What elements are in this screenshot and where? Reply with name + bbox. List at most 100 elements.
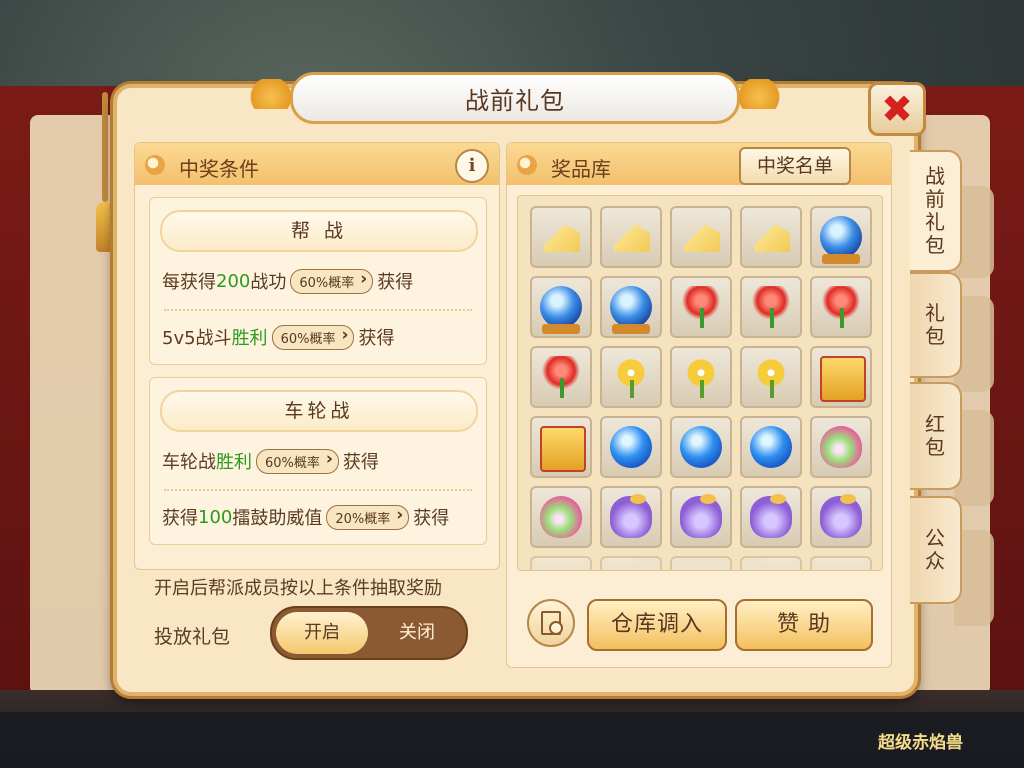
prize-slot[interactable] (670, 486, 732, 548)
prize-slot[interactable] (670, 346, 732, 408)
wheel-war-conditions: 车轮战 车轮战 胜利 60%概率 获得 获得 100 擂鼓助威值 20%概率 获… (149, 377, 487, 545)
prize-grid[interactable] (517, 195, 883, 571)
prize-slot[interactable] (530, 486, 592, 548)
red-rose-icon (540, 356, 582, 398)
purple-bag-icon (680, 494, 722, 538)
conditions-panel: 中奖条件 i 帮 战 每获得 200 战功 60%概率 获得 5v5战斗 胜利 … (134, 142, 500, 570)
prize-slot[interactable] (600, 346, 662, 408)
tab-gift[interactable]: 礼包 (910, 272, 962, 378)
dialog-title-banner: 战前礼包 (243, 72, 787, 124)
yellow-flower-icon (750, 356, 792, 398)
prize-slot[interactable] (810, 206, 872, 268)
toggle-on-option[interactable]: 开启 (276, 612, 368, 654)
prize-slot[interactable] (740, 276, 802, 338)
blue-orb-stand-icon (540, 286, 582, 334)
prize-slot[interactable] (670, 276, 732, 338)
probability-badge[interactable]: 60%概率 (271, 324, 355, 350)
prize-slot[interactable] (530, 416, 592, 478)
prize-slot[interactable] (670, 206, 732, 268)
prize-pool-panel: 奖品库 中奖名单 仓库调入 赞 助 (506, 142, 892, 668)
tab-pre-battle-gift[interactable]: 战前礼包 (910, 150, 962, 272)
background-beast-label: 超级赤焰兽 (878, 733, 963, 753)
rainbow-gourd-icon (820, 426, 862, 468)
prize-slot[interactable] (810, 346, 872, 408)
prize-slot[interactable] (600, 486, 662, 548)
sponsor-button[interactable]: 赞 助 (735, 599, 873, 651)
reward-note: 开启后帮派成员按以上条件抽取奖励 (154, 578, 442, 599)
probability-badge[interactable]: 60%概率 (256, 448, 339, 474)
golden-hammer-icon (540, 426, 586, 472)
prize-slot[interactable] (740, 206, 802, 268)
blue-orb-icon (610, 426, 652, 468)
close-icon: ✖ (881, 87, 913, 131)
swirl-icon (145, 155, 165, 175)
prize-slot[interactable] (810, 556, 872, 570)
divider (164, 489, 472, 491)
swirl-icon (517, 155, 537, 175)
cheese-icon (544, 224, 580, 252)
cloud-ornament-icon (731, 79, 787, 109)
red-rose-icon (820, 286, 862, 328)
wheel-war-row-win: 车轮战 胜利 60%概率 获得 (162, 448, 379, 474)
red-rose-icon (750, 286, 792, 328)
cheese-icon (754, 224, 790, 252)
prize-slot[interactable] (600, 206, 662, 268)
purple-bag-icon (610, 494, 652, 538)
cheese-icon (614, 224, 650, 252)
prize-slot[interactable] (740, 416, 802, 478)
close-button[interactable]: ✖ (868, 82, 926, 136)
prize-slot[interactable] (740, 556, 802, 570)
guild-war-row-merit: 每获得 200 战功 60%概率 获得 (162, 268, 413, 294)
prize-pool-title: 奖品库 (551, 157, 611, 181)
golden-hammer-icon (820, 356, 866, 402)
prize-slot[interactable] (740, 346, 802, 408)
prize-slot[interactable] (530, 206, 592, 268)
blue-orb-icon (680, 426, 722, 468)
magnifier-icon (549, 621, 563, 635)
prize-slot[interactable] (530, 276, 592, 338)
guild-war-title: 帮 战 (160, 210, 478, 252)
prize-search-button[interactable] (527, 599, 575, 647)
probability-badge[interactable]: 60%概率 (290, 268, 374, 294)
prize-slot[interactable] (810, 416, 872, 478)
release-gift-label: 投放礼包 (154, 626, 231, 648)
purple-bag-icon (750, 494, 792, 538)
blue-orb-stand-icon (610, 286, 652, 334)
cheese-icon (684, 224, 720, 252)
prize-slot[interactable] (810, 276, 872, 338)
red-rose-icon (680, 286, 722, 328)
prize-slot[interactable] (600, 416, 662, 478)
blue-orb-icon (750, 426, 792, 468)
release-gift-toggle[interactable]: 开启 关闭 (270, 606, 468, 660)
wheel-war-row-drum: 获得 100 擂鼓助威值 20%概率 获得 (162, 504, 449, 530)
purple-bag-icon (820, 494, 862, 538)
toggle-off-option[interactable]: 关闭 (374, 612, 460, 654)
prize-slot[interactable] (810, 486, 872, 548)
prize-slot[interactable] (530, 556, 592, 570)
prize-slot[interactable] (670, 416, 732, 478)
prize-slot[interactable] (600, 556, 662, 570)
wheel-war-title: 车轮战 (160, 390, 478, 432)
divider (164, 309, 472, 311)
cloud-ornament-icon (243, 79, 299, 109)
warehouse-import-button[interactable]: 仓库调入 (587, 599, 727, 651)
winner-list-button[interactable]: 中奖名单 (739, 147, 851, 185)
rainbow-gourd-icon (540, 496, 582, 538)
conditions-title: 中奖条件 (179, 157, 259, 181)
prize-slot[interactable] (670, 556, 732, 570)
prize-slot[interactable] (530, 346, 592, 408)
guild-war-row-5v5: 5v5战斗 胜利 60%概率 获得 (162, 324, 394, 350)
yellow-flower-icon (610, 356, 652, 398)
probability-badge[interactable]: 20%概率 (326, 504, 410, 530)
dialog-title: 战前礼包 (465, 86, 565, 115)
prize-slot[interactable] (600, 276, 662, 338)
yellow-flower-icon (680, 356, 722, 398)
info-icon[interactable]: i (455, 149, 489, 183)
bottom-bar (0, 712, 1024, 768)
tab-public[interactable]: 公众 (910, 496, 962, 604)
prize-pool-header: 奖品库 中奖名单 (507, 143, 891, 185)
prize-slot[interactable] (740, 486, 802, 548)
tab-red-packet[interactable]: 红包 (910, 382, 962, 490)
guild-war-conditions: 帮 战 每获得 200 战功 60%概率 获得 5v5战斗 胜利 60%概率 获… (149, 197, 487, 365)
blue-orb-stand-icon (820, 216, 862, 264)
